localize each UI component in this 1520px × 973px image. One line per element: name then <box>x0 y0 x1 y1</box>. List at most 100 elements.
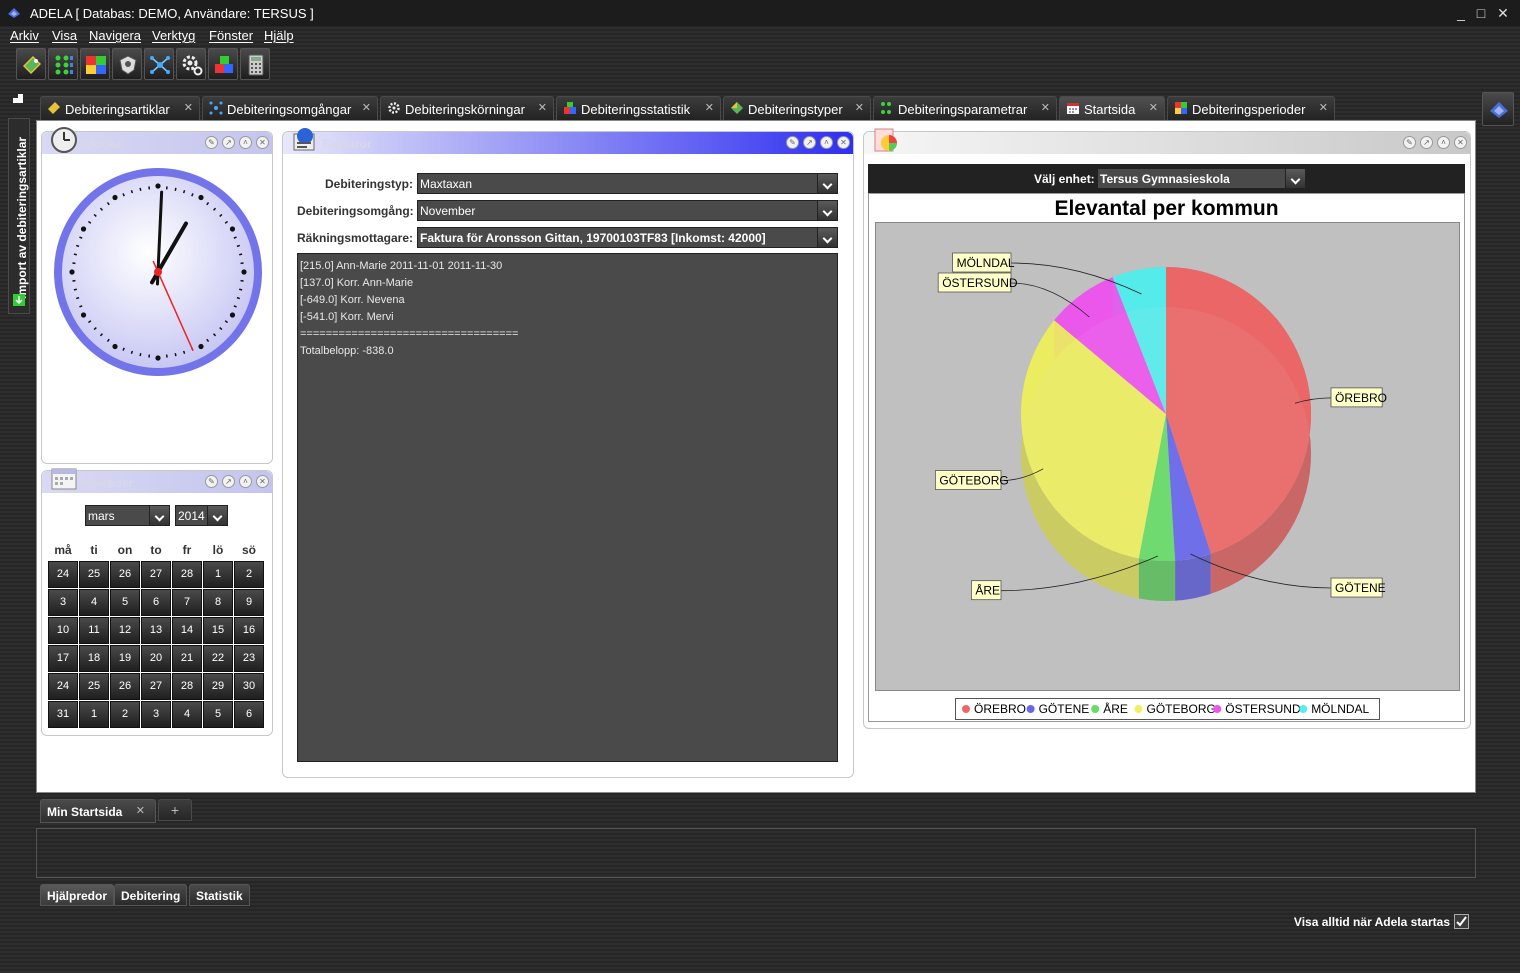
popout-icon[interactable]: ↗ <box>1420 136 1433 149</box>
collapse-icon[interactable]: ˄ <box>239 136 252 149</box>
popout-icon[interactable]: ↗ <box>222 136 235 149</box>
tab-close-icon[interactable]: ✕ <box>855 101 864 114</box>
edit-icon[interactable]: ✎ <box>205 136 218 149</box>
bottom-tab-min-startsida[interactable]: Min Startsida ✕ <box>40 799 156 823</box>
badge-button[interactable] <box>112 48 142 80</box>
tab-debitering[interactable]: Debitering <box>114 884 188 906</box>
menu-navigera[interactable]: Navigera <box>89 28 141 43</box>
menu-visa[interactable]: Visa <box>52 28 77 43</box>
calendar-day[interactable]: 5 <box>203 701 233 728</box>
tab-debiteringsperioder[interactable]: Debiteringsperioder ✕ <box>1167 96 1335 120</box>
invoice-details-textarea[interactable]: [215.0] Ann-Marie 2011-11-01 2011-11-30 … <box>297 253 838 762</box>
calendar-day[interactable]: 14 <box>172 617 202 644</box>
close-button[interactable]: ✕ <box>1494 4 1512 22</box>
minimize-button[interactable]: _ <box>1452 4 1470 22</box>
calendar-day[interactable]: 7 <box>172 589 202 616</box>
calculator-button[interactable] <box>240 48 270 80</box>
calendar-day[interactable]: 4 <box>79 589 109 616</box>
collapse-icon[interactable]: ˄ <box>820 136 833 149</box>
calendar-day[interactable]: 24 <box>48 561 78 588</box>
year-select[interactable]: 2014 <box>175 505 228 526</box>
tab-debiteringsomgangar[interactable]: Debiteringsomgångar ✕ <box>202 96 378 120</box>
rakningsmottagare-select[interactable]: Faktura för Aronsson Gittan, 19700103TF8… <box>417 227 838 248</box>
debiteringsomgang-select[interactable]: November <box>417 200 838 221</box>
calendar-day[interactable]: 23 <box>234 645 264 672</box>
month-select[interactable]: mars <box>85 505 170 526</box>
tab-startsida[interactable]: Startsida ✕ <box>1059 96 1165 120</box>
popout-icon[interactable]: ↗ <box>803 136 816 149</box>
calendar-day[interactable]: 27 <box>141 673 171 700</box>
calendar-day[interactable]: 22 <box>203 645 233 672</box>
calendar-day[interactable]: 20 <box>141 645 171 672</box>
chevron-down-icon[interactable] <box>149 506 169 525</box>
tab-debiteringskorningar[interactable]: Debiteringskörningar ✕ <box>380 96 554 120</box>
edit-icon[interactable]: ✎ <box>786 136 799 149</box>
collapse-icon[interactable]: ˄ <box>239 475 252 488</box>
settings-button[interactable] <box>176 48 206 80</box>
chevron-down-icon[interactable] <box>207 506 227 525</box>
tab-close-icon[interactable]: ✕ <box>362 101 371 114</box>
calendar-day[interactable]: 28 <box>172 561 202 588</box>
debiteringsparametrar-button[interactable] <box>48 48 78 80</box>
close-icon[interactable]: ✕ <box>837 136 850 149</box>
calendar-day[interactable]: 26 <box>110 561 140 588</box>
menu-verktyg[interactable]: Verktyg <box>152 28 195 43</box>
tab-close-icon[interactable]: ✕ <box>705 101 714 114</box>
calendar-day[interactable]: 15 <box>203 617 233 644</box>
calendar-day[interactable]: 5 <box>110 589 140 616</box>
blocks-button[interactable] <box>208 48 238 80</box>
debiteringsperioder-button[interactable] <box>80 48 110 80</box>
calendar-day[interactable]: 1 <box>79 701 109 728</box>
calendar-day[interactable]: 9 <box>234 589 264 616</box>
add-tab-button[interactable]: + <box>158 799 192 821</box>
calendar-day[interactable]: 1 <box>203 561 233 588</box>
menu-fonster[interactable]: Fönster <box>209 28 253 43</box>
close-icon[interactable]: ✕ <box>256 475 269 488</box>
chevron-down-icon[interactable] <box>817 228 837 247</box>
calendar-day[interactable]: 21 <box>172 645 202 672</box>
chevron-down-icon[interactable] <box>817 201 837 220</box>
tab-debiteringsstatistik[interactable]: Debiteringsstatistik ✕ <box>556 96 721 120</box>
calendar-day[interactable]: 29 <box>203 673 233 700</box>
calendar-day[interactable]: 8 <box>203 589 233 616</box>
network-button[interactable] <box>144 48 174 80</box>
calendar-day[interactable]: 6 <box>141 589 171 616</box>
calendar-day[interactable]: 16 <box>234 617 264 644</box>
calendar-day[interactable]: 3 <box>48 589 78 616</box>
tab-close-icon[interactable]: ✕ <box>184 101 193 114</box>
calendar-day[interactable]: 24 <box>48 673 78 700</box>
calendar-day[interactable]: 10 <box>48 617 78 644</box>
navigator-button[interactable] <box>1482 92 1514 126</box>
calendar-day[interactable]: 3 <box>141 701 171 728</box>
calendar-day[interactable]: 2 <box>234 561 264 588</box>
pin-icon[interactable] <box>12 94 24 104</box>
calendar-day[interactable]: 2 <box>110 701 140 728</box>
tab-close-icon[interactable]: ✕ <box>136 804 145 817</box>
debiteringstyp-select[interactable]: Maxtaxan <box>417 173 838 194</box>
menu-arkiv[interactable]: Arkiv <box>10 28 39 43</box>
tab-hjalpredor[interactable]: Hjälpredor <box>40 884 115 906</box>
tab-close-icon[interactable]: ✕ <box>1149 101 1158 114</box>
chevron-down-icon[interactable] <box>817 174 837 193</box>
calendar-day[interactable]: 30 <box>234 673 264 700</box>
calendar-day[interactable]: 17 <box>48 645 78 672</box>
debiteringsartiklar-button[interactable] <box>16 48 46 80</box>
tab-debiteringsartiklar[interactable]: Debiteringsartiklar ✕ <box>40 96 200 120</box>
unit-select[interactable]: Tersus Gymnasieskola <box>1097 168 1306 189</box>
edit-icon[interactable]: ✎ <box>205 475 218 488</box>
calendar-day[interactable]: 4 <box>172 701 202 728</box>
tab-debiteringsparametrar[interactable]: Debiteringsparametrar ✕ <box>873 96 1057 120</box>
startup-checkbox[interactable] <box>1454 914 1469 929</box>
tab-debiteringstyper[interactable]: Debiteringstyper ✕ <box>723 96 871 120</box>
calendar-day[interactable]: 13 <box>141 617 171 644</box>
edit-icon[interactable]: ✎ <box>1403 136 1416 149</box>
tab-statistik[interactable]: Statistik <box>189 884 250 906</box>
close-icon[interactable]: ✕ <box>256 136 269 149</box>
calendar-day[interactable]: 28 <box>172 673 202 700</box>
chevron-down-icon[interactable] <box>1285 169 1305 188</box>
popout-icon[interactable]: ↗ <box>222 475 235 488</box>
calendar-day[interactable]: 31 <box>48 701 78 728</box>
import-side-panel[interactable]: Import av debiteringsartiklar <box>8 118 30 314</box>
tab-close-icon[interactable]: ✕ <box>1041 101 1050 114</box>
menu-hjalp[interactable]: Hjälp <box>264 28 294 43</box>
